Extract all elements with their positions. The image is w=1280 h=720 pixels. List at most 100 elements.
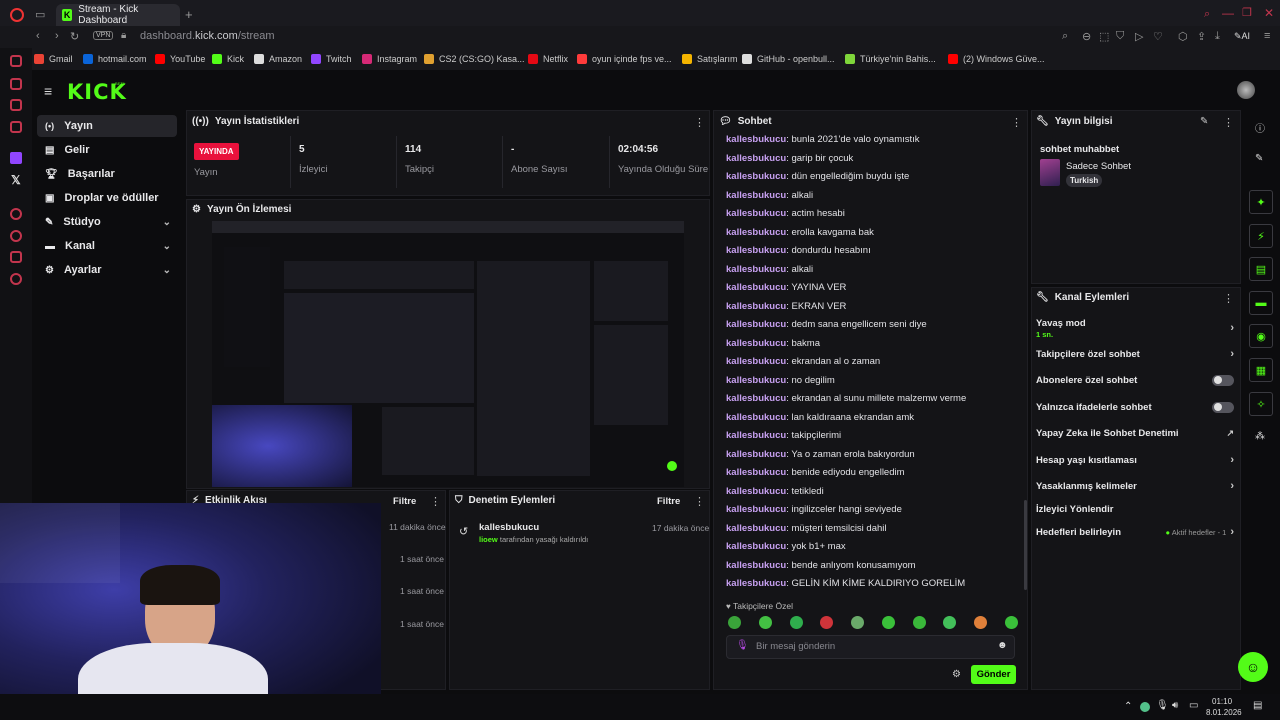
mod-entry-user[interactable]: kallesbukucu [479,522,539,533]
opera-logo-icon[interactable] [10,8,24,22]
bookmark-item[interactable]: Kick [212,52,244,66]
emote-icon[interactable] [851,616,865,629]
chat-username[interactable]: kallesbukucu [726,393,786,404]
messenger-icon[interactable] [10,99,22,111]
bookmark-item[interactable]: Instagram [362,52,417,66]
bookmark-item[interactable]: GitHub - openbull... [742,52,835,66]
chat-button[interactable]: ▬ [1249,291,1273,315]
ai-moderation-row[interactable]: Yapay Zeka ile Sohbet Denetimi ↗ [1036,423,1234,443]
chat-username[interactable]: kallesbukucu [726,504,786,515]
chat-username[interactable]: kallesbukucu [726,486,786,497]
chat-username[interactable]: kallesbukucu [726,375,786,386]
chat-message[interactable]: kallesbukucu: dün engellediğim buydu işt… [726,168,1021,187]
emote-icon[interactable] [974,616,988,629]
bookmark-item[interactable]: CS2 (CS:GO) Kasa... [424,52,525,66]
chat-message[interactable]: kallesbukucu: müşteri temsilcisi dahil [726,520,1021,539]
emote-icon[interactable] [728,616,741,629]
bookmark-item[interactable]: Satışlarım [682,52,738,66]
chat-message[interactable]: kallesbukucu: lan kaldıraana ekrandan am… [726,409,1021,428]
chat-message[interactable]: kallesbukucu: no degilim [726,372,1021,391]
hamburger-menu-icon[interactable]: ≡ [44,83,52,99]
chat-message[interactable]: kallesbukucu: dondurdu hesabını [726,242,1021,261]
layout-button[interactable]: ▦ [1249,358,1273,382]
bookmark-item[interactable]: Twitch [311,52,352,66]
chat-username[interactable]: kallesbukucu [726,449,786,460]
chat-message[interactable]: kallesbukucu: Ya o zaman erola bakıyordu… [726,446,1021,465]
tray-app-icon[interactable] [1140,702,1150,712]
notifications-icon[interactable]: ▤ [1253,700,1262,711]
chat-message[interactable]: kallesbukucu: bakma [726,335,1021,354]
emote-icon[interactable] [789,616,803,629]
preview-toggle-button[interactable]: ✦ [1249,190,1273,214]
chat-username[interactable]: kallesbukucu [726,467,786,478]
clock-time[interactable]: 01:10 [1212,697,1232,706]
broadcast-button[interactable]: ◉ [1249,324,1273,348]
vpn-badge[interactable]: VPN [93,31,114,40]
ai-button[interactable]: ✎AI [1234,31,1250,42]
chat-username[interactable]: kallesbukucu [726,523,786,534]
bookmark-item[interactable]: Netflix [528,52,568,66]
send-button[interactable]: Gönder [971,665,1016,684]
slow-mode-row[interactable]: Yavaş mod 1 sn. › [1036,318,1234,340]
emoji-icon[interactable]: ☻ [997,640,1008,651]
twitch-sidebar-icon[interactable] [10,78,22,90]
url-field[interactable]: dashboard.kick.com/stream [140,30,275,42]
emote-icon[interactable] [943,616,957,629]
tag-badge[interactable]: Turkish [1066,174,1103,187]
mod-filter-button[interactable]: Filtre [657,496,680,507]
chat-message[interactable]: kallesbukucu: erolla kavgama bak [726,224,1021,243]
category-thumbnail[interactable] [1040,159,1060,186]
chat-username[interactable]: kallesbukucu [726,412,786,423]
bookmark-item[interactable]: oyun içinde fps ve... [577,52,672,66]
chat-message[interactable]: kallesbukucu: dedm sana engellicem seni … [726,316,1021,335]
chat-username[interactable]: kallesbukucu [726,578,786,589]
zoom-icon[interactable]: ⌕ [1062,30,1068,43]
channel-actions-more-icon[interactable]: ⋮ [1223,292,1234,305]
chat-message[interactable]: kallesbukucu: alkali [726,187,1021,206]
chat-username[interactable]: kallesbukucu [726,227,786,238]
reload-icon[interactable]: ↻ [70,30,79,43]
twitch-icon[interactable] [10,152,22,164]
close-window-button[interactable]: ✕ [1264,6,1274,20]
extensions-icon[interactable]: ⬡ [1178,30,1188,43]
player-sidebar-icon[interactable] [10,208,22,220]
chat-username[interactable]: kallesbukucu [726,264,786,275]
chat-settings-icon[interactable]: ⚙ [952,669,961,680]
followers-only-row[interactable]: Takipçilere özel sohbet › [1036,344,1234,364]
bookmark-item[interactable]: hotmail.com [83,52,147,66]
snapshot-icon[interactable]: ⊖ [1082,30,1091,43]
emote-icon[interactable] [1004,616,1018,629]
chat-username[interactable]: kallesbukucu [726,190,786,201]
stats-more-icon[interactable]: ⋮ [694,116,705,129]
nav-gelir[interactable]: ▤ Gelir [37,139,177,161]
nav-basarilar[interactable]: 🏆︎ Başarılar [37,163,177,185]
minimize-button[interactable]: — [1222,6,1234,20]
nav-kanal[interactable]: ▬ Kanal ⌄ [37,235,177,257]
download-icon[interactable]: ⤓ [1215,30,1220,43]
chat-username[interactable]: kallesbukucu [726,356,786,367]
screenshot-icon[interactable]: ⬚ [1099,30,1109,43]
new-tab-button[interactable]: + [185,7,193,22]
history-icon[interactable] [10,230,22,242]
goals-row[interactable]: Hedefleri belirleyin ● Aktif hedefler - … [1036,522,1234,542]
activity-filter-button[interactable]: Filtre [393,496,416,507]
emote-icon[interactable] [820,616,834,629]
edit-icon[interactable]: ✎ [1200,116,1208,127]
add-widget-icon[interactable]: ⁂ [1255,431,1265,442]
chat-message[interactable]: kallesbukucu: GELİN KİM KİME KALDIRIYO G… [726,575,1021,594]
chat-scrollbar[interactable] [1024,500,1027,590]
chat-message[interactable]: kallesbukucu: yok b1+ max [726,538,1021,557]
nav-droplar[interactable]: ▣ Droplar ve ödüller [37,187,177,209]
microphone-icon[interactable]: 🎙︎ [1156,700,1169,711]
volume-icon[interactable]: 🔊︎ [1172,700,1178,711]
help-chat-button[interactable]: ☺ [1238,652,1268,682]
nav-studyo[interactable]: ✎ Stüdyo ⌄ [37,211,177,233]
heart-icon[interactable]: ♡ [1153,30,1163,43]
share-icon[interactable]: ⇪ [1197,30,1206,43]
chat-message[interactable]: kallesbukucu: EKRAN VER [726,298,1021,317]
clock-date[interactable]: 8.01.2026 [1206,708,1242,717]
bolt-button[interactable]: ⚡︎ [1249,224,1273,248]
chat-message[interactable]: kallesbukucu: ekrandan al sunu millete m… [726,390,1021,409]
stream-preview-video[interactable] [212,221,684,487]
nav-yayin[interactable]: (•) Yayın [37,115,177,137]
